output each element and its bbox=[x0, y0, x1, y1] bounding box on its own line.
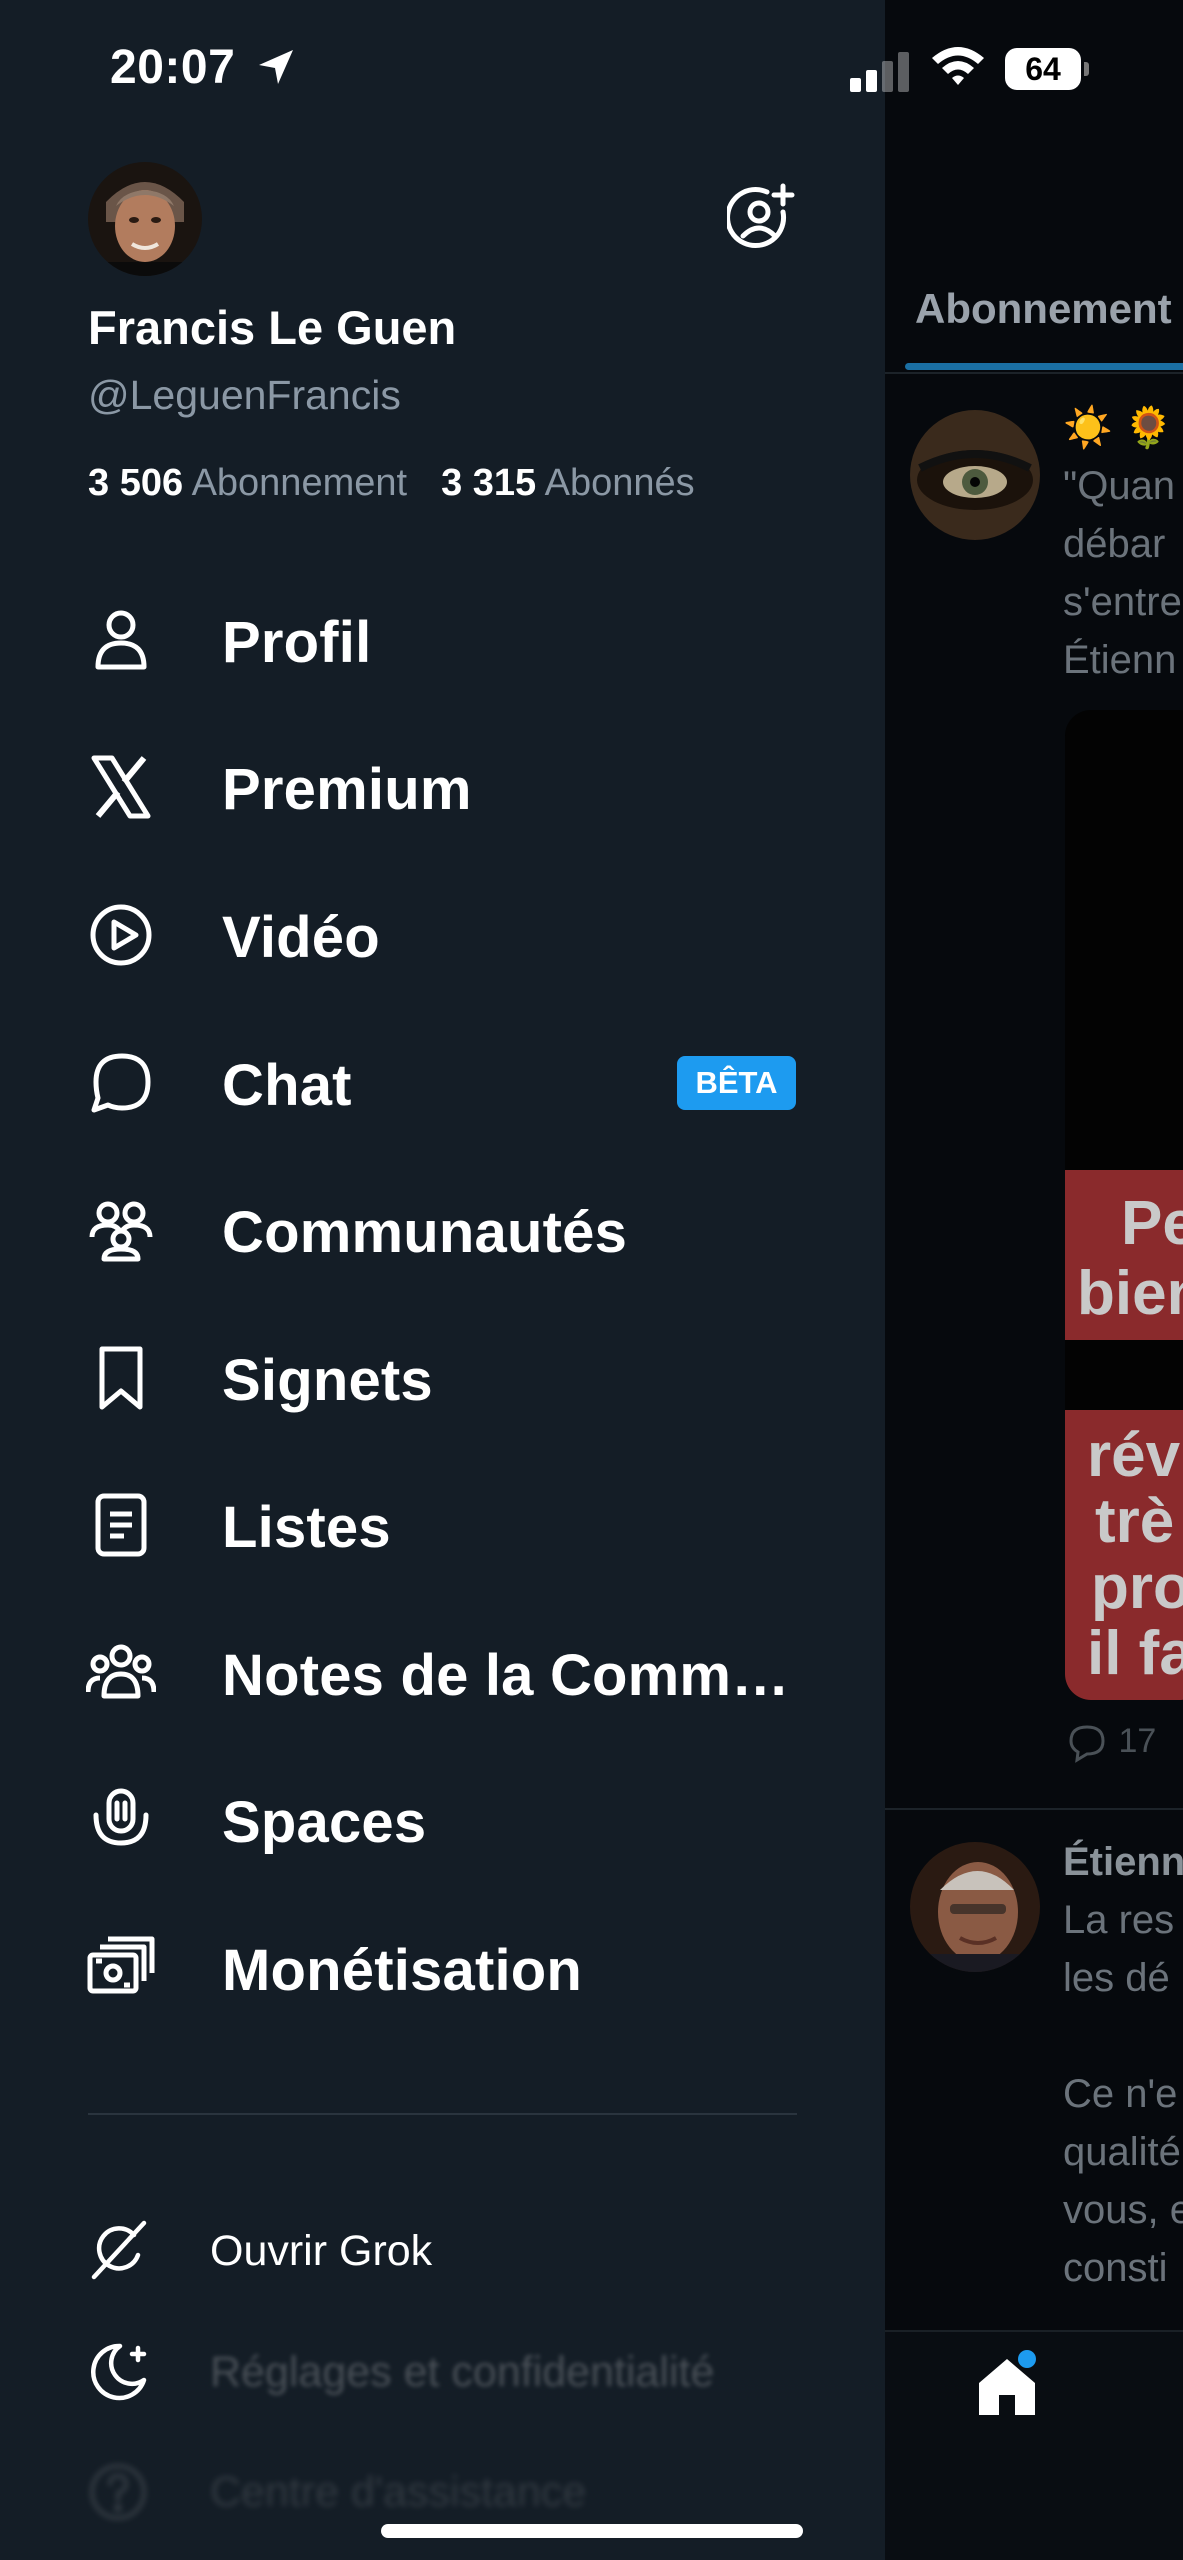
menu-item-video[interactable]: Vidéo bbox=[0, 870, 885, 1000]
menu-item-label: Notes de la Comm… bbox=[222, 1643, 790, 1708]
menu-item-label: Premium bbox=[222, 757, 472, 822]
menu-item-label: Vidéo bbox=[222, 905, 380, 970]
menu-item-label: Ouvrir Grok bbox=[210, 2227, 433, 2275]
reply-count[interactable]: 17 bbox=[1065, 1722, 1156, 1763]
grok-icon bbox=[86, 2219, 150, 2283]
help-icon bbox=[86, 2460, 150, 2524]
battery-level: 64 bbox=[1005, 48, 1081, 90]
status-time: 20:07 bbox=[110, 41, 236, 94]
video-caption-text: pro bbox=[1091, 1553, 1183, 1622]
post-text-line: s'entre bbox=[1063, 580, 1182, 624]
x-logo-icon bbox=[86, 752, 156, 822]
spaces-microphone-icon bbox=[86, 1785, 156, 1855]
feed-divider bbox=[885, 372, 1183, 374]
menu-item-grok[interactable]: Ouvrir Grok bbox=[0, 2203, 885, 2303]
menu-item-label: Signets bbox=[222, 1348, 433, 1413]
followers-label: Abonnés bbox=[544, 462, 695, 504]
reply-icon bbox=[1065, 1723, 1109, 1763]
menu-item-premium[interactable]: Premium bbox=[0, 722, 885, 852]
profile-display-name[interactable]: Francis Le Guen bbox=[88, 300, 456, 355]
post-text-line: Étienn bbox=[1063, 638, 1177, 682]
location-arrow-icon bbox=[255, 46, 297, 88]
background-feed: Abonnement ☀️ 🌻 "Quan débar s'entre Étie… bbox=[885, 0, 1183, 2560]
menu-item-communautes[interactable]: Communautés bbox=[0, 1165, 885, 1295]
post-text-line: vous, e bbox=[1063, 2188, 1183, 2232]
person-icon bbox=[86, 605, 156, 675]
feed-tab-following[interactable]: Abonnement bbox=[915, 285, 1172, 333]
followers-link[interactable]: 3 315 Abonnés bbox=[441, 462, 695, 504]
post-text-line: "Quan bbox=[1063, 464, 1176, 508]
post-text-line: qualité bbox=[1063, 2130, 1181, 2174]
following-label: Abonnement bbox=[191, 462, 408, 504]
battery-icon: 64 bbox=[1005, 48, 1089, 90]
reply-count-value: 17 bbox=[1118, 1722, 1157, 1760]
following-link[interactable]: 3 506 Abonnement bbox=[88, 462, 407, 504]
post-author-avatar[interactable] bbox=[910, 1842, 1040, 1972]
feed-divider bbox=[885, 1808, 1183, 1810]
menu-item-spaces[interactable]: Spaces bbox=[0, 1755, 885, 1885]
menu-item-signets[interactable]: Signets bbox=[0, 1313, 885, 1443]
following-count: 3 506 bbox=[88, 462, 184, 504]
post-text-line: ☀️ 🌻 bbox=[1063, 406, 1174, 450]
beta-badge: BÊTA bbox=[677, 1056, 796, 1110]
chat-bubble-icon bbox=[86, 1048, 156, 1118]
menu-item-label: Communautés bbox=[222, 1200, 628, 1265]
post-video-thumbnail[interactable]: Pe bien rév trè pro il fa bbox=[1065, 710, 1183, 1700]
video-caption-text: trè bbox=[1095, 1487, 1175, 1556]
community-notes-icon bbox=[86, 1638, 156, 1708]
video-caption-text: rév bbox=[1087, 1421, 1181, 1490]
list-icon bbox=[86, 1490, 156, 1560]
menu-item-label: Spaces bbox=[222, 1790, 427, 1855]
post-text-line: Ce n'e bbox=[1063, 2072, 1178, 2116]
post-text-line: les dé bbox=[1063, 1956, 1170, 2000]
menu-item-label: Profil bbox=[222, 610, 372, 675]
communities-icon bbox=[86, 1195, 156, 1265]
play-circle-icon bbox=[86, 900, 156, 970]
post-text-line: consti bbox=[1063, 2246, 1168, 2290]
video-caption-text: il fa bbox=[1087, 1619, 1183, 1688]
moon-icon bbox=[86, 2340, 150, 2404]
menu-item-listes[interactable]: Listes bbox=[0, 1460, 885, 1590]
menu-divider bbox=[88, 2113, 797, 2115]
menu-item-notes-communaute[interactable]: Notes de la Comm… bbox=[0, 1608, 885, 1738]
post-author-name[interactable]: Étienn bbox=[1063, 1834, 1183, 1890]
menu-item-label: Chat bbox=[222, 1053, 352, 1118]
follow-stats: 3 506 Abonnement 3 315 Abonnés bbox=[88, 462, 695, 505]
home-indicator[interactable] bbox=[381, 2524, 803, 2538]
menu-item-profil[interactable]: Profil bbox=[0, 575, 885, 705]
add-account-icon[interactable] bbox=[727, 182, 797, 252]
video-caption-text: Pe bbox=[1121, 1189, 1183, 1258]
post-text-line: débar bbox=[1063, 522, 1166, 566]
menu-item-label: Réglages et confidentialité bbox=[210, 2348, 715, 2396]
profile-avatar[interactable] bbox=[88, 162, 202, 276]
battery-cap bbox=[1084, 62, 1089, 76]
post-author-avatar[interactable] bbox=[910, 410, 1040, 540]
bookmark-icon bbox=[86, 1343, 156, 1413]
menu-item-monetisation[interactable]: Monétisation bbox=[0, 1903, 885, 2033]
monetization-icon bbox=[86, 1933, 156, 2003]
menu-item-label: Centre d'assistance bbox=[210, 2468, 587, 2516]
post-text-line: La res bbox=[1063, 1898, 1175, 1942]
menu-item-label: Listes bbox=[222, 1495, 391, 1560]
menu-item-label: Monétisation bbox=[222, 1938, 583, 2003]
menu-item-reglages[interactable]: Réglages et confidentialité bbox=[0, 2324, 885, 2424]
home-notification-dot bbox=[1018, 2350, 1036, 2368]
profile-handle: @LeguenFrancis bbox=[88, 372, 401, 418]
menu-item-chat[interactable]: Chat BÊTA bbox=[0, 1018, 885, 1148]
video-caption-text: bien bbox=[1077, 1259, 1183, 1328]
followers-count: 3 315 bbox=[441, 462, 537, 504]
cellular-signal-icon bbox=[850, 52, 914, 92]
feed-tab-indicator bbox=[905, 363, 1183, 370]
wifi-icon bbox=[930, 44, 986, 88]
